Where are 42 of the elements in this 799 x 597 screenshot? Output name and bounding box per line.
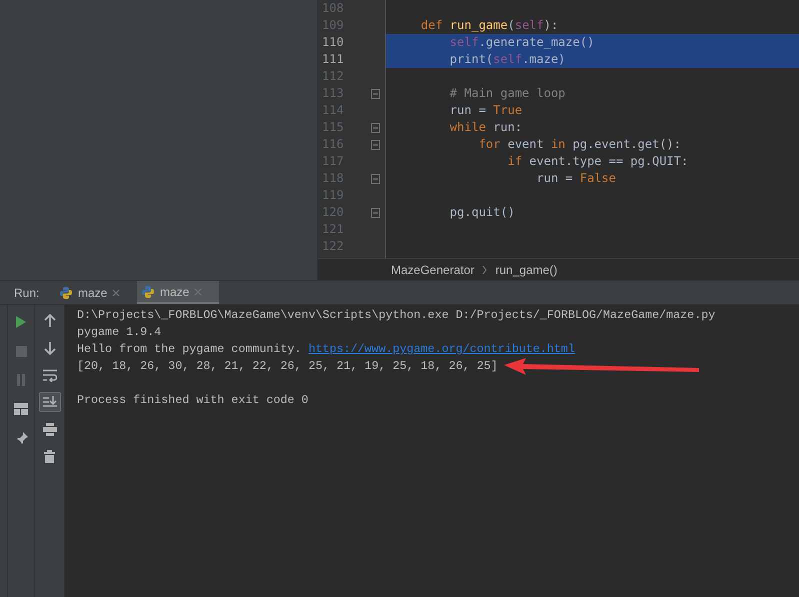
line-number: 111 [321,51,345,68]
breadcrumb-item[interactable]: run_game() [495,260,558,278]
line-number: 110 [321,34,345,51]
fold-marker-icon[interactable] [371,88,380,98]
breadcrumb-item[interactable]: MazeGenerator [391,260,474,278]
run-label: Run: [13,284,40,302]
fold-marker-icon[interactable] [371,140,380,150]
console-link[interactable]: https://www.pygame.org/contribute.html [308,341,575,358]
console-line: Process finished with exit code 0 [77,392,308,409]
console-line: pygame 1.9.4 [77,324,162,341]
toolbar-button[interactable] [11,400,31,418]
chevron-icon [482,266,488,274]
code-line: run = False [535,170,617,187]
scroll-to-end-icon [42,396,56,408]
pin-icon [14,432,28,444]
play-icon [15,315,27,329]
pause-icon [16,374,26,386]
code-line: if event.type == pg.QUIT: [506,153,690,170]
code-line: # Main game loop [448,85,566,102]
code-line: run = True [448,102,524,119]
toolbar-button[interactable] [38,392,60,412]
soft-wrap-icon [42,368,56,382]
fold-marker-icon[interactable] [371,174,380,184]
code-line: while run: [448,119,524,136]
console-line: [20, 18, 26, 30, 28, 21, 22, 26, 25, 21, 19, 25, 18, 26, 25] [77,358,498,375]
stop-icon [16,346,26,356]
python-icon [59,286,73,300]
python-icon [141,284,155,298]
code-line: for event in pg.event.get(): [478,136,682,153]
fold-marker-icon[interactable] [371,122,380,132]
console-line: D:\Projects\_FORBLOG\MazeGame\venv\Scripts\python.exe D:/Projects/_FORBLOG/MazeGame/maze.py [77,307,716,324]
layout-icon [14,403,28,415]
print-icon [42,422,56,436]
fold-marker-icon[interactable] [371,208,380,218]
console-line: Hello from the pygame community. [77,341,302,358]
up-arrow-icon [44,314,56,328]
down-arrow-icon [44,341,56,355]
close-icon[interactable] [112,288,120,296]
code-line: pg.quit() [448,204,516,221]
code-line: def run_game(self): [420,17,560,34]
trash-icon [44,450,55,462]
run-tab[interactable]: maze [137,281,219,304]
